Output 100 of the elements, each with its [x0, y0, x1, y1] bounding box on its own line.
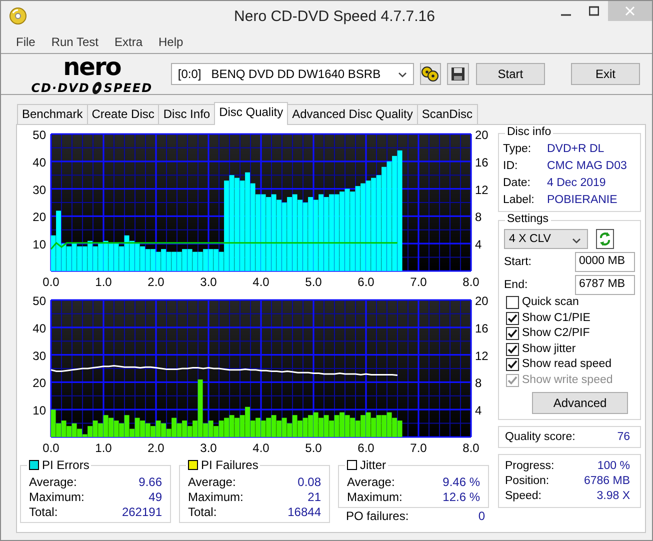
floppy-icon [451, 67, 466, 81]
axis-label: 12 [475, 348, 488, 363]
info-label: Label: [503, 193, 536, 208]
menu-item[interactable]: File [16, 35, 36, 49]
progress-value: 100 % [597, 459, 630, 474]
stat-value: 12.6 % [442, 490, 480, 505]
axis-label: 6.0 [358, 275, 374, 289]
menu-item[interactable]: Help [158, 35, 184, 49]
stat-label: Total: [29, 505, 58, 520]
close-icon [625, 6, 635, 16]
axis-label: 20 [32, 210, 46, 224]
axis-label: 50 [32, 128, 46, 142]
axis-label: 8 [475, 376, 482, 390]
stat-value: 0.08 [298, 475, 321, 490]
axis-label: 4.0 [252, 441, 270, 455]
axis-label: 50 [32, 294, 46, 308]
group-title: Settings [507, 213, 549, 225]
logo-text: SPEED [104, 81, 153, 95]
checkbox-label: Quick scan [522, 295, 579, 310]
start-field[interactable]: 0000 MB [575, 252, 635, 272]
chevron-icon [572, 238, 581, 244]
checkbox-label: Show C2/PIF [522, 326, 590, 341]
axis-label: 30 [32, 182, 46, 197]
tab[interactable]: ScanDisc [416, 104, 478, 124]
checkbox[interactable] [506, 312, 519, 325]
axis-label: 16 [475, 155, 488, 170]
checkbox-label: Show C1/PIE [522, 310, 590, 326]
axis-label: 2.0 [148, 441, 164, 455]
disc-icon [9, 7, 27, 25]
axis-label: 4 [475, 404, 482, 418]
axis-label: 1.0 [95, 441, 112, 455]
start-button[interactable]: Start [476, 63, 545, 85]
discs-icon [421, 66, 440, 82]
axis-label: 10 [32, 238, 46, 252]
stat-value: 0 [478, 509, 485, 524]
checkbox-label: Show read speed [522, 357, 612, 372]
info-label: Date: [503, 176, 532, 191]
axis-label: 1.0 [95, 275, 112, 289]
disc-slash-icon [90, 81, 104, 95]
info-value: 4 Dec 2019 [547, 176, 606, 191]
stat-label: Maximum: [347, 490, 402, 505]
axis-label: 7.0 [410, 275, 427, 289]
info-value: POBIERANIE [547, 193, 618, 208]
stat-label: Average: [347, 475, 395, 490]
axis-label: 10 [32, 404, 46, 418]
discs-button[interactable] [420, 63, 442, 85]
checkbox[interactable] [506, 296, 519, 310]
axis-label: 4 [475, 238, 482, 252]
tab[interactable]: Disc Quality [214, 102, 288, 125]
stat-label: Average: [29, 475, 77, 490]
axis-label: 20 [475, 128, 488, 142]
group-title: Disc info [507, 126, 552, 138]
logo-text: CD·DVD [31, 81, 90, 95]
axis-label: 0.0 [42, 441, 60, 455]
stat-label: Total: [188, 505, 217, 520]
field-label: End: [504, 279, 528, 291]
stat-value: 21 [308, 490, 321, 505]
axis-label: 2.0 [148, 275, 164, 289]
stat-value: 49 [148, 490, 162, 505]
exit-button[interactable]: Exit [570, 63, 640, 85]
advanced-button[interactable]: Advanced [532, 392, 628, 414]
axis-label: 3.0 [200, 275, 217, 289]
save-button[interactable] [447, 63, 469, 85]
progress-label: Progress: [505, 459, 554, 474]
stat-label: Maximum: [29, 490, 84, 505]
stat-value: 9.66 [138, 475, 162, 490]
chevron-icon [398, 72, 406, 78]
group-title: Jitter [360, 458, 386, 472]
maximize-icon [589, 6, 599, 16]
info-value: DVD+R DL [547, 142, 604, 157]
progress-label: Position: [505, 474, 550, 489]
quality-value: 76 [617, 431, 630, 443]
tab[interactable]: Benchmark [17, 104, 88, 124]
menu-item[interactable]: Run Test [51, 35, 98, 49]
drive-dropdown[interactable]: [0:0] BENQ DVD DD DW1640 BSRB [170, 63, 414, 85]
axis-label: 40 [32, 321, 46, 336]
axis-label: 8 [475, 210, 482, 224]
refresh-icon [598, 231, 612, 247]
stat-value: 9.46 % [442, 475, 480, 490]
checkbox-label: Show jitter [522, 342, 576, 356]
progress-label: Speed: [505, 489, 542, 504]
checkbox[interactable] [506, 342, 519, 356]
end-field[interactable]: 6787 MB [575, 275, 635, 295]
logo-wordmark: nero [63, 53, 121, 81]
axis-label: 8.0 [462, 441, 480, 455]
stat-label: Maximum: [188, 490, 244, 505]
progress-value: 6786 MB [584, 474, 630, 489]
stat-value: 262191 [122, 505, 162, 520]
axis-label: 5.0 [305, 275, 322, 289]
menu-item[interactable]: Extra [114, 35, 142, 49]
axis-label: 8.0 [462, 275, 480, 289]
speed-dropdown[interactable]: 4 X CLV [504, 229, 588, 249]
checkbox[interactable] [506, 358, 519, 372]
checkbox[interactable] [506, 327, 519, 340]
field-label: Start: [504, 256, 532, 268]
refresh-button[interactable] [596, 229, 614, 249]
stat-value: 16844 [288, 505, 321, 520]
axis-label: 12 [475, 182, 488, 197]
group-title: PI Errors [42, 458, 90, 472]
stat-label: Average: [188, 475, 236, 490]
